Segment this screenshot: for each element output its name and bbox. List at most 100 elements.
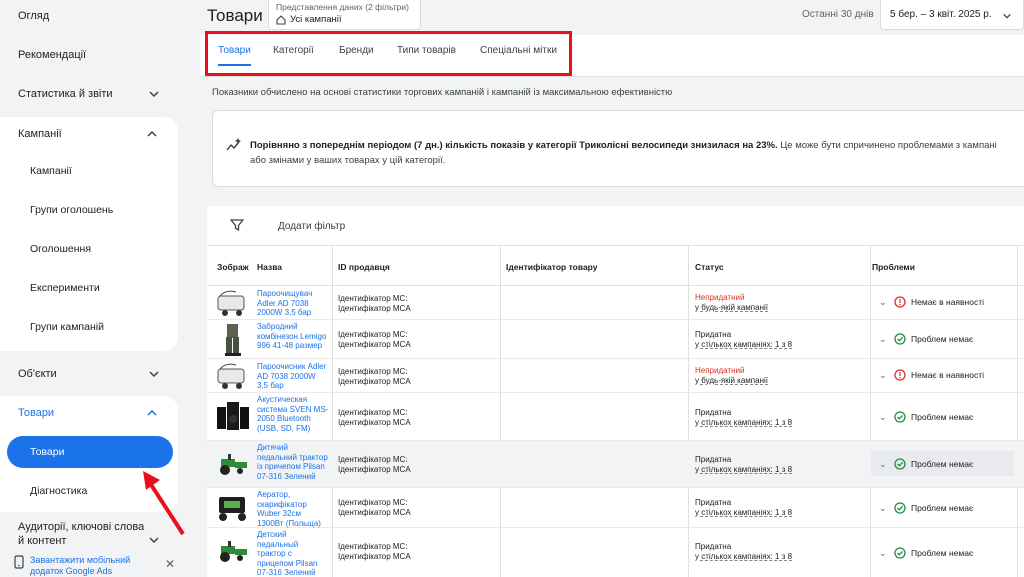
product-name-link[interactable]: Акустическая система SVEN MS-2050 Blueto… [257,395,329,433]
annotation-arrow [143,471,185,536]
product-thumbnail [217,290,245,316]
status-cell[interactable]: Придатна у стількох кампаніях: 1 з 8 [695,498,792,517]
sidebar-item-label: Аудиторії, ключові слова й контент [18,521,145,547]
table-row[interactable]: Пароочищувач Adler AD 7038 2000W 3,5 бар… [207,286,1024,320]
page-title: Товари [207,6,263,25]
filter-icon[interactable] [230,218,244,232]
merchant-id: Ідентифікатор MC: Ідентифікатор MCA [338,455,411,474]
sidebar-item-label: Об'єкти [18,368,57,380]
issues-cell[interactable]: ⌄ Проблем немає [879,547,973,559]
col-name[interactable]: Назва [257,262,282,272]
chevron-down-icon[interactable]: ⌄ [879,412,889,423]
merchant-id: Ідентифікатор MC: Ідентифікатор MCA [338,498,411,517]
chevron-down-icon[interactable]: ⌄ [879,297,889,308]
product-name-link[interactable]: Детский педальный трактор с прицепом Pil… [257,530,329,577]
sidebar-item-overview[interactable]: Огляд [0,4,180,28]
product-name-link[interactable]: Дитячий педальний трактор із причепом Pi… [257,443,329,481]
issues-cell[interactable]: ⌄ Проблем немає [879,502,973,514]
sidebar-item-recommendations[interactable]: Рекомендації [0,43,180,67]
download-app-link[interactable]: Завантажити мобільний додаток Google Ads [30,555,140,577]
table-row[interactable]: Детский педальный трактор с прицепом Pil… [207,528,1024,577]
view-value: Усі кампанії [290,14,342,25]
error-icon [894,369,906,381]
filter-bar: Додати фільтр [207,206,1024,246]
product-thumbnail [220,541,247,562]
status-cell[interactable]: Непридатний у будь-якій кампанії [695,366,768,385]
period-label: Останні 30 днів [802,9,874,20]
sidebar-item-products-active[interactable]: Товари [7,436,173,468]
col-merchant-id[interactable]: ID продавця [338,262,390,272]
merchant-id: Ідентифікатор MC: Ідентифікатор MCA [338,367,411,386]
sidebar-item-label: Статистика й звіти [18,88,113,100]
col-status[interactable]: Статус [695,262,724,272]
add-filter-button[interactable]: Додати фільтр [278,221,345,232]
sidebar-item-label: Рекомендації [18,49,87,61]
sidebar-item-ad-groups[interactable]: Групи оголошень [0,190,178,229]
status-cell[interactable]: Придатна у стількох кампаніях: 1 з 8 [695,455,792,474]
issues-cell[interactable]: ⌄ Немає в наявності [879,369,984,381]
product-thumbnail [217,402,249,430]
phone-icon [14,555,24,569]
status-cell[interactable]: Непридатний у будь-якій кампанії [695,293,768,312]
view-label: Представлення даних (2 фільтри) [276,2,409,12]
chevron-down-icon [149,371,159,378]
product-thumbnail [219,497,246,521]
chevron-down-icon[interactable]: ⌄ [879,503,889,514]
issues-cell[interactable]: ⌄ Проблем немає [879,333,973,345]
group-title: Товари [18,407,55,419]
chevron-down-icon [149,91,159,98]
col-image[interactable]: Зображ [217,262,249,272]
insight-bold: Порівняно з попереднім періодом (7 дн.) … [250,140,778,151]
campaigns-nav-group: Кампанії Кампанії Групи оголошень Оголош… [0,117,178,351]
status-cell[interactable]: Придатна у стількох кампаніях: 1 з 8 [695,330,792,349]
sidebar-item-objects[interactable]: Об'єкти [0,362,180,386]
issues-cell[interactable]: ⌄ Немає в наявності [879,296,984,308]
col-issues[interactable]: Проблеми [872,262,915,272]
sidebar-item-stats[interactable]: Статистика й звіти [0,82,180,106]
table-header: Зображ Назва ID продавця Ідентифікатор т… [207,246,1024,286]
chevron-down-icon[interactable]: ⌄ [879,334,889,345]
status-cell[interactable]: Придатна у стількох кампаніях: 1 з 8 [695,542,792,561]
merchant-id: Ідентифікатор MC: Ідентифікатор MCA [338,330,411,349]
data-view-selector[interactable]: Представлення даних (2 фільтри) Усі камп… [268,0,421,30]
merchant-id: Ідентифікатор MC: Ідентифікатор MCA [338,542,411,561]
merchant-id: Ідентифікатор MC: Ідентифікатор MCA [338,408,411,427]
sidebar-item-ads[interactable]: Оголошення [0,229,178,268]
chevron-down-icon[interactable]: ⌄ [879,548,889,559]
product-name-link[interactable]: Аератор, скарифікатор Wuber 32см 1300Вт … [257,490,329,528]
table-row[interactable]: Дитячий педальний трактор із причепом Pi… [207,441,1024,488]
trend-sparkle-icon [226,138,241,151]
table-row[interactable]: Пароочисник Adler AD 7038 2000W 3,5 бар … [207,359,1024,393]
product-name-link[interactable]: Пароочищувач Adler AD 7038 2000W 3,5 бар [257,289,329,318]
sidebar-group-campaigns[interactable]: Кампанії [0,117,178,151]
chevron-down-icon[interactable]: ⌄ [879,370,889,381]
sidebar-item-experiments[interactable]: Експерименти [0,268,178,307]
insight-line2: або змінами у ваших товарах у цій катего… [250,155,446,166]
issues-cell[interactable]: ⌄ Проблем немає [879,411,973,423]
date-range-value: 5 бер. – 3 квіт. 2025 р. [890,9,992,20]
sidebar-group-products[interactable]: Товари [0,396,178,430]
chevron-down-icon[interactable]: ⌄ [879,459,889,470]
metrics-info-text: Показники обчислено на основі статистики… [212,87,673,98]
download-app-banner: Завантажити мобільний додаток Google Ads… [0,551,185,577]
status-cell[interactable]: Придатна у стількох кампаніях: 1 з 8 [695,408,792,427]
sidebar-item-campaigns[interactable]: Кампанії [0,151,178,190]
date-range-picker[interactable]: 5 бер. – 3 квіт. 2025 р. [880,0,1024,30]
issues-cell[interactable]: ⌄ Проблем немає [879,458,973,470]
table-row[interactable]: Акустическая система SVEN MS-2050 Blueto… [207,393,1024,441]
col-product-id[interactable]: Ідентифікатор товару [506,262,597,272]
product-name-link[interactable]: Забродний комбінезон Lemigo 996 41-48 ра… [257,322,329,351]
product-name-link[interactable]: Пароочисник Adler AD 7038 2000W 3,5 бар [257,362,329,391]
table-row[interactable]: Аератор, скарифікатор Wuber 32см 1300Вт … [207,488,1024,528]
table-row[interactable]: Забродний комбінезон Lemigo 996 41-48 ра… [207,320,1024,359]
home-icon [276,14,286,25]
check-circle-icon [894,547,906,559]
products-table: Додати фільтр Зображ Назва ID продавця І… [207,206,1024,577]
close-icon[interactable]: ✕ [165,557,175,571]
sidebar-item-campaign-groups[interactable]: Групи кампаній [0,307,178,346]
group-title: Кампанії [18,128,62,140]
check-circle-icon [894,411,906,423]
chevron-up-icon [147,409,157,416]
check-circle-icon [894,458,906,470]
error-icon [894,296,906,308]
